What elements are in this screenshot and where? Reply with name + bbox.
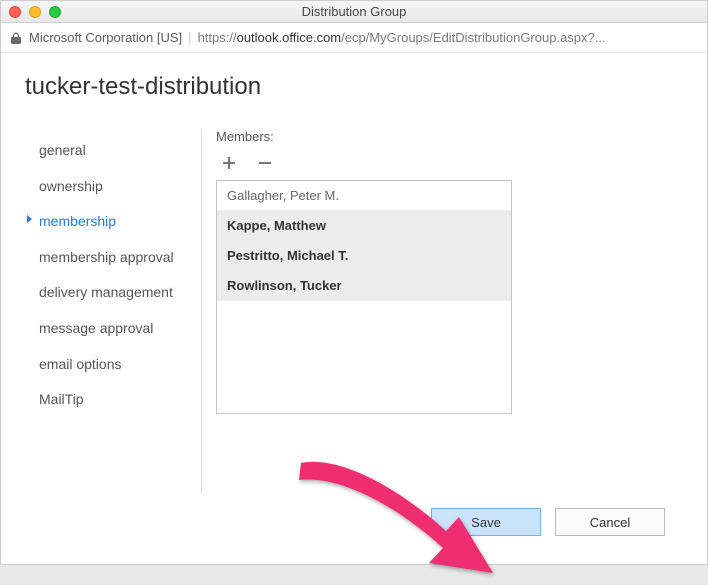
save-button[interactable]: Save [431,508,541,536]
caret-right-icon [27,215,32,223]
sidebar-item-MailTip[interactable]: MailTip [21,382,201,418]
sidebar-item-label: delivery management [39,284,173,300]
close-window-button[interactable] [9,6,21,18]
ssl-org-name: Microsoft Corporation [US] [29,30,182,45]
sidebar-item-delivery-management[interactable]: delivery management [21,275,201,311]
content-area: tucker-test-distribution general ownershi… [1,53,707,564]
remove-member-icon[interactable] [256,154,274,172]
sidebar-item-label: MailTip [39,391,84,407]
page-title: tucker-test-distribution [25,73,687,101]
members-panel: Members: Gallagher, Peter M.Kappe, Matth… [201,129,687,494]
window-title: Distribution Group [1,4,707,19]
member-row[interactable]: Pestritto, Michael T. [217,241,511,271]
sidebar-item-label: general [39,142,86,158]
sidebar-item-message-approval[interactable]: message approval [21,311,201,347]
sidebar-item-label: membership approval [39,249,174,265]
sidebar-item-label: message approval [39,320,153,336]
footer: Save Cancel [21,494,687,554]
sidebar-item-label: email options [39,356,122,372]
add-member-icon[interactable] [220,154,238,172]
minimize-window-button[interactable] [29,6,41,18]
sidebar-item-ownership[interactable]: ownership [21,169,201,205]
sidebar-item-general[interactable]: general [21,133,201,169]
sidebar-item-membership-approval[interactable]: membership approval [21,240,201,276]
sidebar-item-email-options[interactable]: email options [21,347,201,383]
lock-icon [11,31,23,45]
url-text[interactable]: https://outlook.office.com/ecp/MyGroups/… [198,30,606,45]
sidebar: general ownership membership membership app… [21,129,201,494]
window: Distribution Group Microsoft Corporation… [0,0,708,565]
members-label: Members: [216,129,687,144]
url-host: outlook.office.com [237,30,342,45]
member-row[interactable]: Gallagher, Peter M. [217,181,511,211]
maximize-window-button[interactable] [49,6,61,18]
url-prefix: https:// [198,30,237,45]
address-bar: Microsoft Corporation [US] | https://out… [1,23,707,53]
address-separator: | [188,30,191,45]
sidebar-item-label: membership [39,213,116,229]
cancel-button[interactable]: Cancel [555,508,665,536]
sidebar-item-label: ownership [39,178,103,194]
member-row[interactable]: Rowlinson, Tucker [217,271,511,301]
url-path: /ecp/MyGroups/EditDistributionGroup.aspx… [341,30,605,45]
member-list[interactable]: Gallagher, Peter M.Kappe, MatthewPestrit… [216,180,512,414]
sidebar-item-membership[interactable]: membership [21,204,201,240]
main-row: general ownership membership membership app… [21,129,687,494]
traffic-lights [1,6,61,18]
titlebar: Distribution Group [1,1,707,23]
members-toolbar [216,154,687,172]
member-row[interactable]: Kappe, Matthew [217,211,511,241]
